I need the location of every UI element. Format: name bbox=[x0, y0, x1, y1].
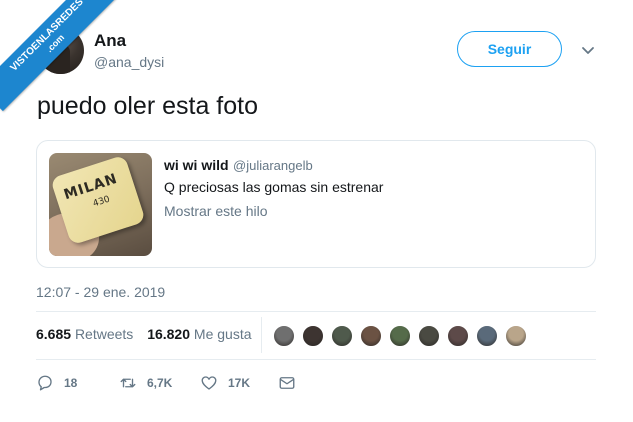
show-thread-link[interactable]: Mostrar este hilo bbox=[164, 203, 267, 219]
liker-avatar[interactable] bbox=[388, 324, 412, 348]
quoted-author-handle: @juliarangelb bbox=[233, 158, 313, 173]
stats-separator bbox=[261, 317, 262, 353]
author-handle[interactable]: @ana_dysi bbox=[94, 54, 164, 70]
reply-count: 18 bbox=[64, 376, 78, 390]
quoted-author-name: wi wi wild bbox=[164, 157, 229, 173]
tweet-timestamp[interactable]: 12:07 - 29 ene. 2019 bbox=[36, 284, 165, 300]
quoted-tweet-image[interactable]: MILAN 430 bbox=[49, 153, 152, 256]
author-name[interactable]: Ana bbox=[94, 31, 126, 51]
divider bbox=[36, 359, 596, 360]
message-icon[interactable] bbox=[278, 374, 296, 392]
reply-icon[interactable] bbox=[36, 374, 54, 392]
liker-avatar[interactable] bbox=[301, 324, 325, 348]
action-bar: 18 6,7K 17K bbox=[36, 372, 336, 394]
retweet-count: 6,7K bbox=[147, 376, 173, 390]
liker-avatar[interactable] bbox=[475, 324, 499, 348]
message-action[interactable] bbox=[278, 372, 306, 394]
chevron-down-icon[interactable] bbox=[580, 42, 596, 58]
retweet-action[interactable]: 6,7K bbox=[119, 372, 172, 394]
liker-avatar[interactable] bbox=[330, 324, 354, 348]
quoted-tweet-text: Q preciosas las gomas sin estrenar bbox=[164, 179, 384, 195]
liker-avatar[interactable] bbox=[417, 324, 441, 348]
tweet-stats: 6.685 Retweets 16.820 Me gusta bbox=[36, 326, 252, 342]
liker-avatar[interactable] bbox=[272, 324, 296, 348]
liker-avatar[interactable] bbox=[446, 324, 470, 348]
heart-icon[interactable] bbox=[200, 374, 218, 392]
divider bbox=[36, 311, 596, 312]
follow-button[interactable]: Seguir bbox=[457, 31, 562, 67]
like-count: 17K bbox=[228, 376, 251, 390]
like-action[interactable]: 17K bbox=[200, 372, 250, 394]
retweet-icon[interactable] bbox=[119, 374, 137, 392]
liker-avatar[interactable] bbox=[504, 324, 528, 348]
likes-stat[interactable]: 16.820 Me gusta bbox=[147, 326, 251, 342]
retweets-stat[interactable]: 6.685 Retweets bbox=[36, 326, 133, 342]
quoted-tweet[interactable]: MILAN 430 wi wi wild @juliarangelb Q pre… bbox=[36, 140, 596, 268]
tweet-text: puedo oler esta foto bbox=[37, 92, 258, 120]
liker-avatar[interactable] bbox=[359, 324, 383, 348]
reply-action[interactable]: 18 bbox=[36, 372, 77, 394]
